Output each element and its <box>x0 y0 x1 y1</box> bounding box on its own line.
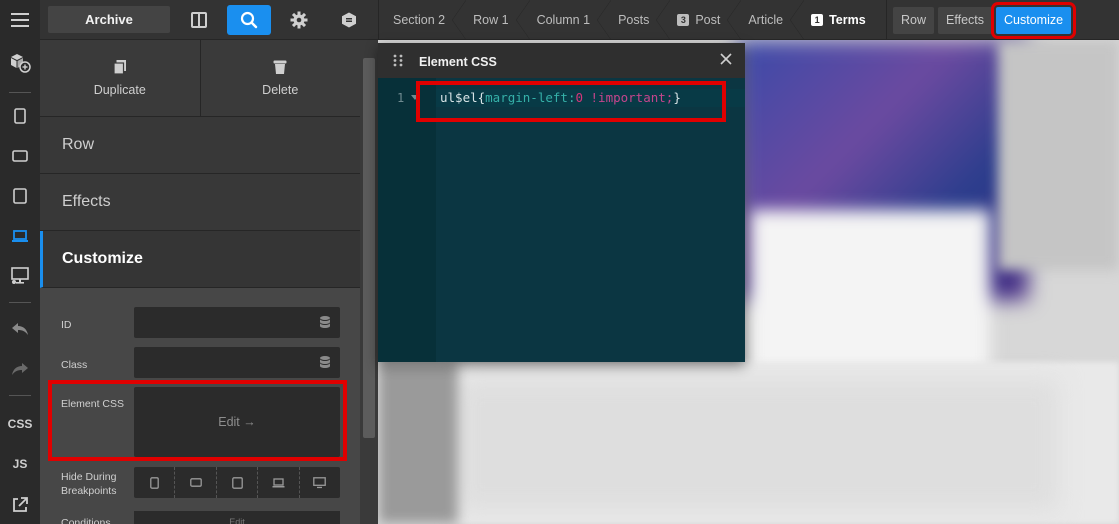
section-row[interactable]: Row <box>40 117 360 174</box>
breadcrumb-count-badge: 3 <box>677 14 690 26</box>
class-input[interactable] <box>134 347 340 378</box>
breadcrumb-column-1[interactable]: Column 1 <box>523 0 611 40</box>
breadcrumb-posts[interactable]: Posts <box>604 0 671 40</box>
duplicate-icon <box>113 60 126 75</box>
archive-button[interactable]: Archive <box>48 6 170 33</box>
hide-breakpoints-label: Hide During Breakpoints <box>61 470 116 498</box>
element-css-edit-button[interactable]: Edit → <box>134 387 340 457</box>
customize-controls: ID Class Element CSS Edit → Hide During … <box>40 288 360 524</box>
fold-arrow-icon[interactable] <box>411 95 419 101</box>
top-bar: Archive Section 2 Row 1 Column 1 Posts 3… <box>0 0 1119 40</box>
duplicate-label: Duplicate <box>93 83 146 97</box>
breadcrumb-label: Column 1 <box>536 13 591 27</box>
preview-blurred-text <box>458 380 1058 510</box>
hide-tablet-toggle[interactable] <box>215 467 257 498</box>
tablet-icon <box>231 476 243 489</box>
desktop-icon <box>313 476 327 488</box>
phone-landscape-breakpoint-icon[interactable] <box>0 141 40 171</box>
hide-desktop-toggle[interactable] <box>298 467 340 498</box>
code-property: margin-left: <box>485 90 576 105</box>
add-element-icon[interactable] <box>0 48 40 78</box>
tablet-breakpoint-icon[interactable] <box>0 181 40 211</box>
breadcrumb-terms[interactable]: 1 Terms <box>797 0 880 40</box>
database-icon <box>320 356 330 368</box>
code-selector: ul$el{ <box>440 90 486 105</box>
breadcrumb-section-2[interactable]: Section 2 <box>379 0 467 40</box>
element-actions: Duplicate Delete <box>40 40 360 117</box>
gear-icon[interactable] <box>284 5 314 35</box>
panel-scrollbar[interactable] <box>360 40 378 524</box>
breadcrumb-label: Article <box>748 13 784 27</box>
trash-icon <box>273 60 287 74</box>
delete-label: Delete <box>262 83 299 97</box>
hide-label-line-1: Hide During <box>61 471 117 483</box>
breadcrumb-label: Section 2 <box>393 13 446 27</box>
breadcrumb-label: Posts <box>618 13 650 27</box>
section-effects[interactable]: Effects <box>40 174 360 231</box>
preview-blurred-card <box>750 210 990 380</box>
phone-icon <box>149 476 159 489</box>
phone-landscape-icon <box>189 478 202 487</box>
inspector-panel: Duplicate Delete Row Effects Customize I… <box>40 40 360 524</box>
tab-customize[interactable]: Customize <box>990 1 1077 39</box>
preview-blurred-edge <box>378 362 458 524</box>
breadcrumb: Section 2 Row 1 Column 1 Posts 3 Post Art… <box>378 0 880 40</box>
tab-row[interactable]: Row <box>893 6 935 34</box>
layout-toggle-icon[interactable] <box>184 5 214 35</box>
delete-button[interactable]: Delete <box>199 40 361 116</box>
inspector-tabs: Row Effects Customize <box>886 0 1077 40</box>
line-number: 1 <box>397 91 405 105</box>
class-label: Class <box>61 359 88 371</box>
external-link-icon[interactable] <box>0 490 40 520</box>
editor-title: Element CSS <box>419 55 497 69</box>
breadcrumb-count-badge: 1 <box>811 14 824 26</box>
scrollbar-thumb[interactable] <box>363 58 375 438</box>
conditions-edit-button[interactable]: Edit <box>134 511 340 524</box>
hide-phone-landscape-toggle[interactable] <box>174 467 215 498</box>
css-button[interactable]: CSS <box>0 409 40 439</box>
laptop-breakpoint-icon[interactable] <box>0 221 40 251</box>
breadcrumb-article[interactable]: Article <box>734 0 804 40</box>
element-css-label: Element CSS <box>61 398 125 410</box>
tab-effects[interactable]: Effects <box>938 6 992 34</box>
hexagon-badge-icon[interactable] <box>334 5 364 35</box>
hide-breakpoints-toggles <box>134 467 340 498</box>
breadcrumb-label: Post <box>695 13 721 27</box>
hide-phone-toggle[interactable] <box>134 467 174 498</box>
section-customize[interactable]: Customize <box>40 231 360 288</box>
breadcrumb-post[interactable]: 3 Post <box>663 0 742 40</box>
menu-icon[interactable] <box>0 0 40 40</box>
search-icon[interactable] <box>227 5 271 35</box>
element-css-editor: Element CSS 1 ul$el{margin-left:0 !impor… <box>378 43 745 362</box>
id-input[interactable] <box>134 307 340 338</box>
js-button[interactable]: JS <box>0 449 40 479</box>
breadcrumb-row-1[interactable]: Row 1 <box>459 0 531 40</box>
laptop-icon <box>272 477 285 487</box>
desktop-breakpoint-icon[interactable] <box>0 261 40 291</box>
undo-icon[interactable] <box>0 314 40 344</box>
phone-breakpoint-icon[interactable] <box>0 101 40 131</box>
close-icon[interactable] <box>719 52 733 66</box>
code-close-brace: } <box>673 90 681 105</box>
drag-handle-icon[interactable] <box>393 54 403 67</box>
conditions-label: Conditions <box>61 517 111 524</box>
left-rail: CSS JS <box>0 40 40 524</box>
editor-gutter <box>378 78 436 362</box>
redo-icon[interactable] <box>0 354 40 384</box>
hide-label-line-2: Breakpoints <box>61 485 117 497</box>
builder-app: Archive Section 2 Row 1 Column 1 Posts 3… <box>0 0 1119 524</box>
hide-laptop-toggle[interactable] <box>257 467 298 498</box>
duplicate-button[interactable]: Duplicate <box>40 40 200 116</box>
id-label: ID <box>61 319 72 331</box>
breadcrumb-label: Terms <box>829 13 866 27</box>
code-important: !important; <box>583 90 674 105</box>
database-icon <box>320 316 330 328</box>
code-line[interactable]: ul$el{margin-left:0 !important;} <box>440 90 681 105</box>
editor-header[interactable]: Element CSS <box>378 43 745 78</box>
breadcrumb-label: Row 1 <box>473 13 509 27</box>
preview-blurred-panel <box>998 40 1119 270</box>
code-value: 0 <box>575 90 583 105</box>
